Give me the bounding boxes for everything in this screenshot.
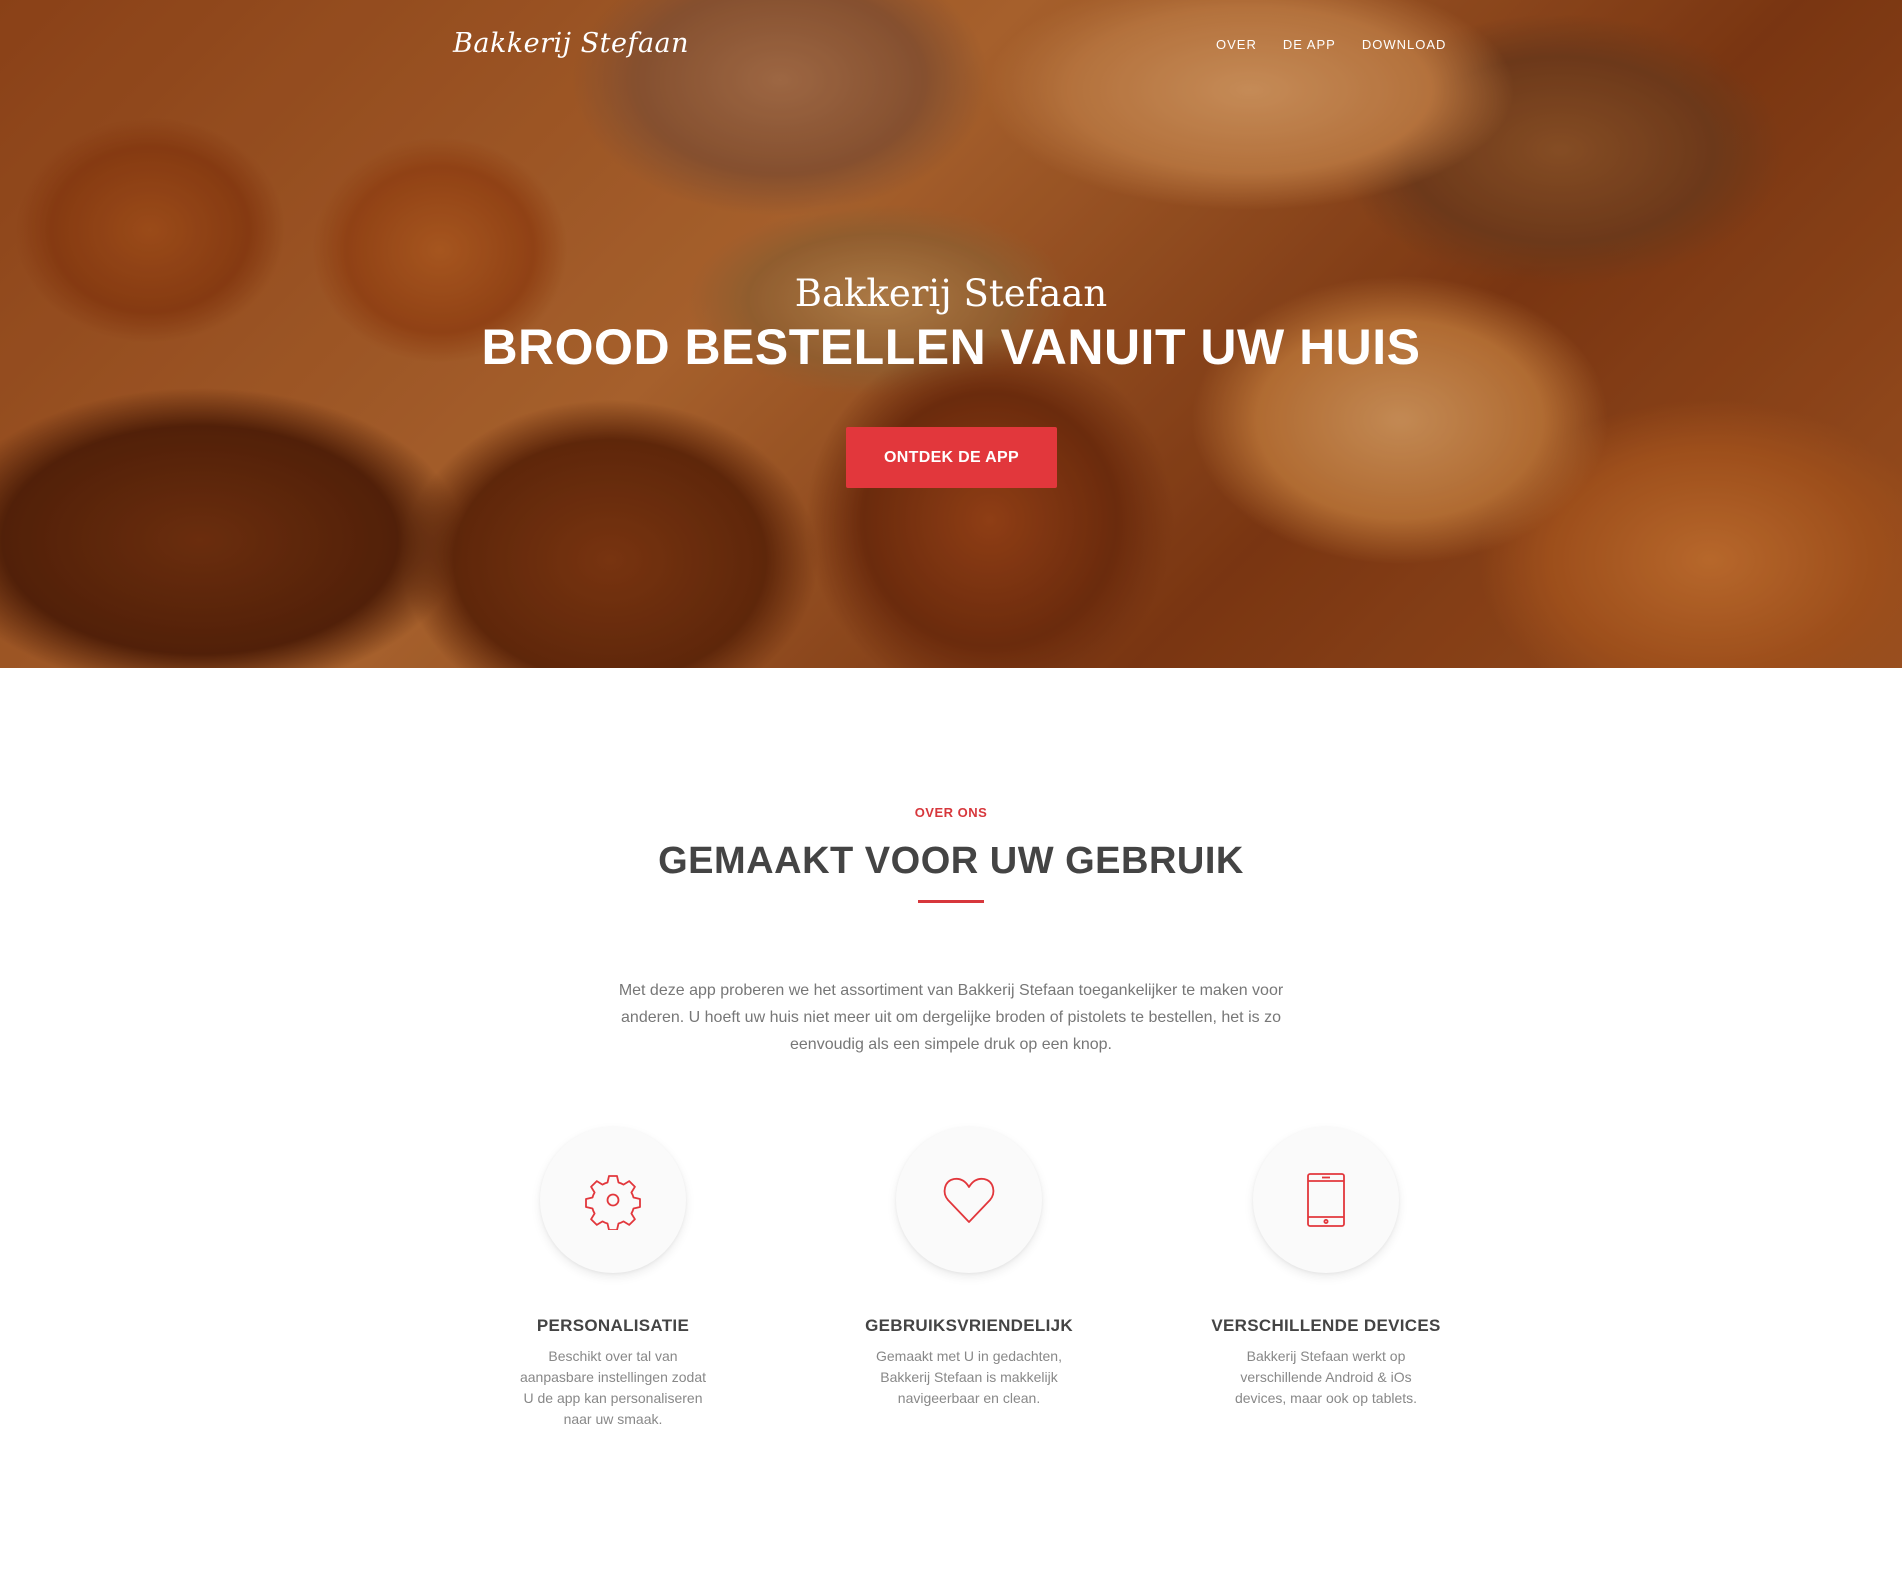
feature-icon-circle [1253, 1127, 1399, 1273]
section-eyebrow: OVER ONS [914, 805, 988, 820]
hero-subtitle: Bakkerij Stefaan [794, 272, 1108, 315]
hero-title: BROOD BESTELLEN VANUIT UW HUIS [481, 319, 1421, 375]
section-title-bold: GEMAAKT [658, 840, 854, 882]
feature-title: PERSONALISATIE [536, 1316, 690, 1335]
gear-icon [585, 1175, 641, 1230]
nav-link-download[interactable]: DOWNLOAD [1362, 37, 1447, 52]
feature-icon-circle [896, 1127, 1042, 1273]
brand-logo-link[interactable]: Bakkerij Stefaan [453, 28, 689, 59]
main-nav: OVER DE APP DOWNLOAD [1216, 37, 1472, 52]
section-title-rest: VOOR UW GEBRUIK [853, 840, 1244, 882]
tablet-icon [1307, 1173, 1345, 1227]
feature-title: VERSCHILLENDE DEVICES [1211, 1316, 1441, 1335]
feature-title: GEBRUIKSVRIENDELIJK [865, 1316, 1073, 1335]
discover-app-button[interactable]: ONTDEK DE APP [846, 427, 1057, 488]
section-title: GEMAAKT VOOR UW GEBRUIK [0, 840, 1902, 883]
feature-text: Bakkerij Stefaan werkt op verschillende … [1234, 1348, 1418, 1406]
feature-text: Beschikt over tal van aanpasbare instell… [519, 1348, 707, 1427]
hero-section: Bakkerij Stefaan OVER DE APP DOWNLOAD Ba… [0, 0, 1902, 668]
nav-link-de-app[interactable]: DE APP [1283, 37, 1336, 52]
section-divider [918, 900, 984, 903]
feature-text: Gemaakt met U in gedachten, Bakkerij Ste… [876, 1348, 1062, 1406]
feature-icon-circle [540, 1127, 686, 1273]
intro-paragraph: Met deze app proberen we het assortiment… [618, 982, 1284, 1053]
feature-verschillende-devices: VERSCHILLENDE DEVICES Bakkerij Stefaan w… [1196, 1127, 1456, 1409]
heart-icon [943, 1177, 995, 1223]
nav-link-over[interactable]: OVER [1216, 37, 1257, 52]
feature-gebruiksvriendelijk: GEBRUIKSVRIENDELIJK Gemaakt met U in ged… [839, 1127, 1099, 1409]
feature-personalisatie: PERSONALISATIE Beschikt over tal van aan… [483, 1127, 743, 1430]
